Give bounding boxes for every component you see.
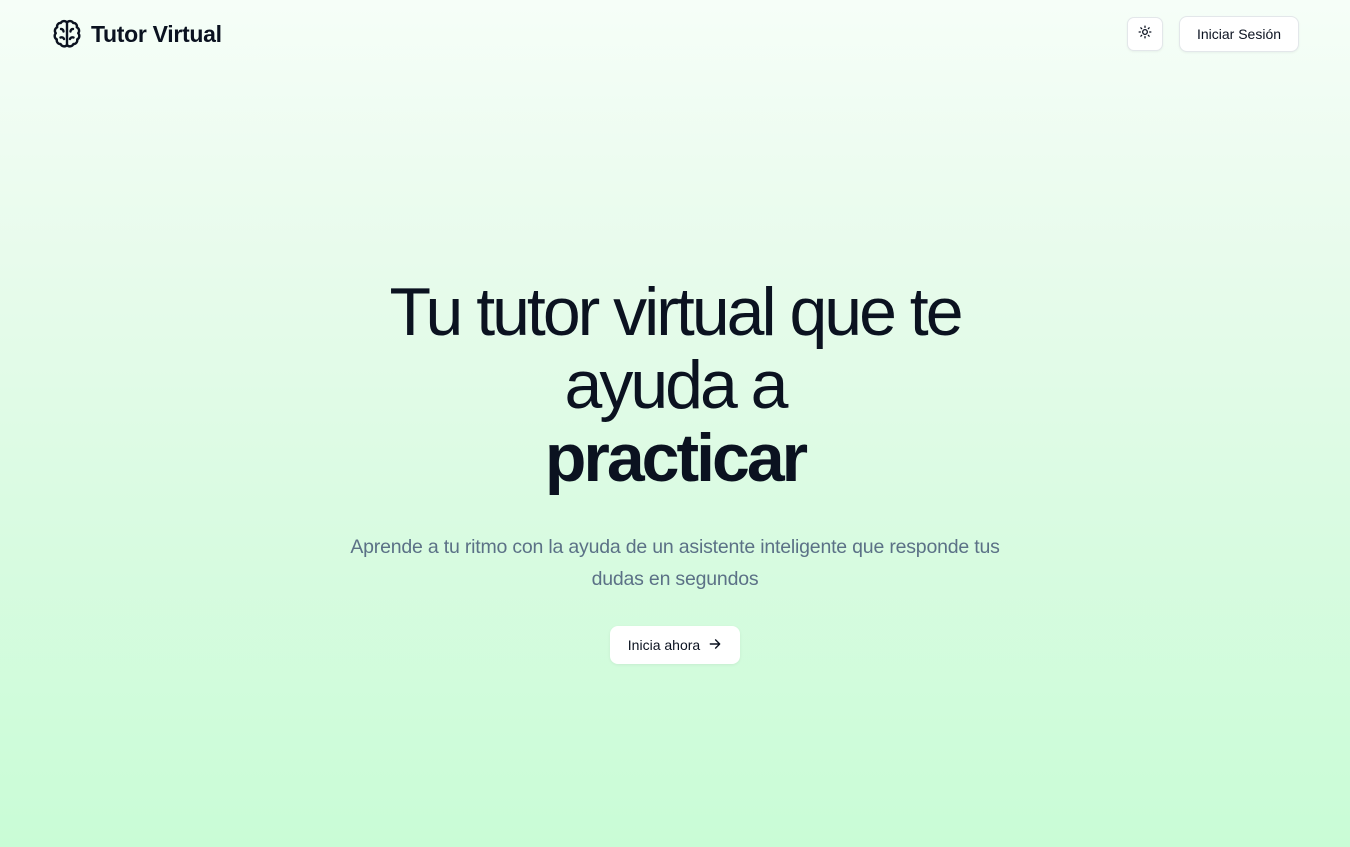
brain-icon xyxy=(52,18,82,50)
top-navbar: Tutor Virtual Iniciar Sesión xyxy=(0,0,1350,68)
brand-name: Tutor Virtual xyxy=(91,20,222,47)
hero-subtitle: Aprende a tu ritmo con la ayuda de un as… xyxy=(350,536,1000,590)
hero-title-text: Tu tutor virtual que te ayuda a xyxy=(389,274,963,423)
start-now-label: Inicia ahora xyxy=(627,637,701,653)
hero-title: Tu tutor virtual que te ayuda a practica… xyxy=(325,276,1025,495)
brand-logo[interactable]: Tutor Virtual xyxy=(52,18,222,50)
hero-title-emphasis: practicar xyxy=(544,420,808,496)
sun-icon xyxy=(1138,25,1152,44)
start-now-button[interactable]: Inicia ahora xyxy=(610,626,740,664)
login-button[interactable]: Iniciar Sesión xyxy=(1179,16,1299,52)
arrow-right-icon xyxy=(708,637,722,654)
theme-toggle-button[interactable] xyxy=(1127,17,1163,51)
hero-section: Tu tutor virtual que te ayuda a practica… xyxy=(0,276,1350,595)
